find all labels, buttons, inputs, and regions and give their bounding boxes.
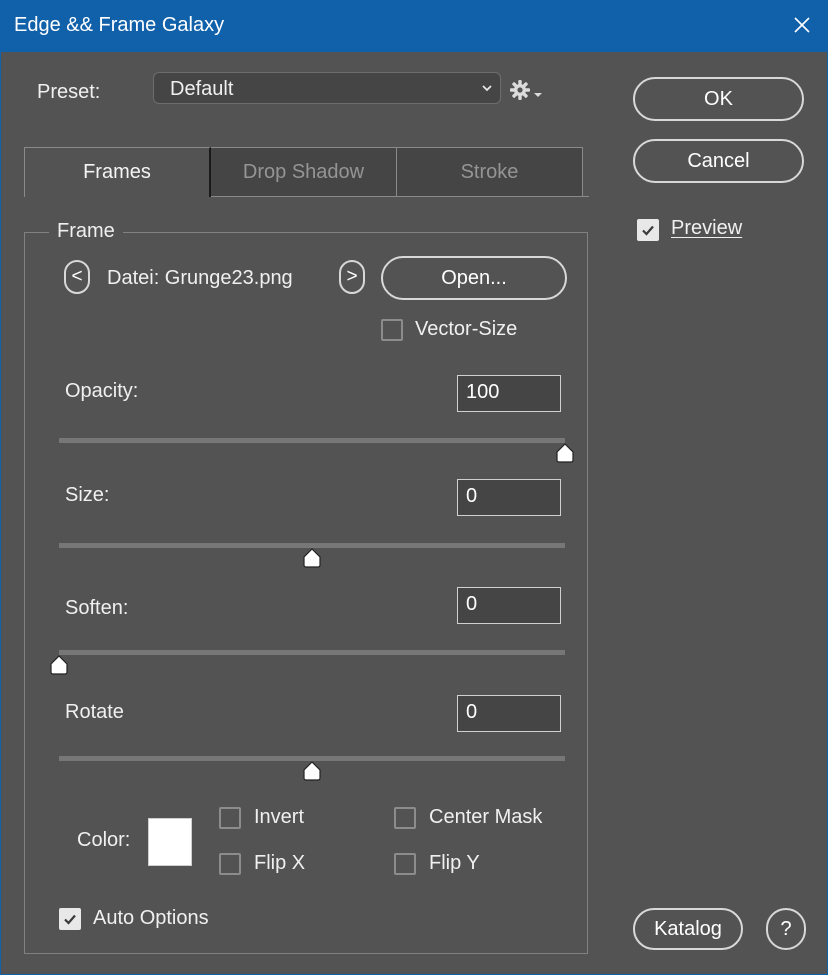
- help-button[interactable]: ?: [766, 908, 806, 950]
- size-input[interactable]: 0: [457, 479, 561, 516]
- flip-y-label: Flip Y: [429, 852, 480, 874]
- auto-options-checkbox[interactable]: [59, 908, 81, 930]
- flip-x-checkbox[interactable]: [219, 853, 241, 875]
- file-name-label: Datei: Grunge23.png: [107, 267, 293, 289]
- center-mask-checkbox[interactable]: [394, 807, 416, 829]
- checkmark-icon: [64, 914, 76, 925]
- checkmark-icon: [642, 225, 654, 236]
- preset-dropdown[interactable]: Default: [153, 72, 501, 104]
- center-mask-label: Center Mask: [429, 806, 543, 828]
- tab-bar: Frames Drop Shadow Stroke: [24, 147, 589, 197]
- tab-drop-shadow[interactable]: Drop Shadow: [211, 147, 397, 197]
- rotate-label: Rotate: [65, 701, 124, 723]
- close-button[interactable]: [788, 11, 816, 39]
- frame-legend: Frame: [49, 220, 123, 243]
- rotate-slider-thumb[interactable]: [302, 761, 322, 781]
- chevron-down-icon: [482, 85, 492, 92]
- preview-checkbox[interactable]: [637, 219, 659, 241]
- opacity-input[interactable]: 100: [457, 375, 561, 412]
- invert-label: Invert: [254, 806, 305, 828]
- window-title: Edge && Frame Galaxy: [14, 14, 225, 36]
- gear-icon[interactable]: [509, 79, 545, 101]
- tab-frames[interactable]: Frames: [24, 147, 211, 197]
- soften-slider-track[interactable]: [59, 650, 565, 655]
- color-label: Color:: [77, 829, 131, 851]
- rotate-input[interactable]: 0: [457, 695, 561, 732]
- dialog-body: Preset: Default OK Cancel Preview Frames…: [1, 52, 827, 974]
- title-bar: Edge && Frame Galaxy: [0, 0, 828, 52]
- tab-bar-edge: [583, 196, 589, 197]
- flip-y-checkbox[interactable]: [394, 853, 416, 875]
- preset-label: Preset:: [37, 81, 101, 103]
- cancel-button[interactable]: Cancel: [633, 139, 804, 183]
- soften-slider-thumb[interactable]: [49, 655, 69, 675]
- invert-checkbox[interactable]: [219, 807, 241, 829]
- auto-options-label: Auto Options: [93, 907, 209, 929]
- vector-size-checkbox[interactable]: [381, 319, 403, 341]
- open-button[interactable]: Open...: [381, 256, 567, 300]
- prev-file-button[interactable]: <: [64, 260, 90, 294]
- color-swatch[interactable]: [148, 818, 192, 866]
- preset-value: Default: [170, 78, 234, 100]
- flip-x-label: Flip X: [254, 852, 306, 874]
- katalog-button[interactable]: Katalog: [633, 908, 743, 950]
- tab-stroke[interactable]: Stroke: [397, 147, 583, 197]
- close-icon: [794, 17, 810, 33]
- opacity-slider-track[interactable]: [59, 438, 565, 443]
- size-label: Size:: [65, 484, 110, 506]
- soften-label: Soften:: [65, 597, 129, 619]
- opacity-slider-thumb[interactable]: [555, 443, 575, 463]
- next-file-button[interactable]: >: [339, 260, 365, 294]
- opacity-label: Opacity:: [65, 380, 139, 402]
- soften-input[interactable]: 0: [457, 587, 561, 624]
- vector-size-label: Vector-Size: [415, 318, 518, 340]
- ok-button[interactable]: OK: [633, 77, 804, 121]
- size-slider-thumb[interactable]: [302, 548, 322, 568]
- preview-label[interactable]: Preview: [671, 217, 742, 240]
